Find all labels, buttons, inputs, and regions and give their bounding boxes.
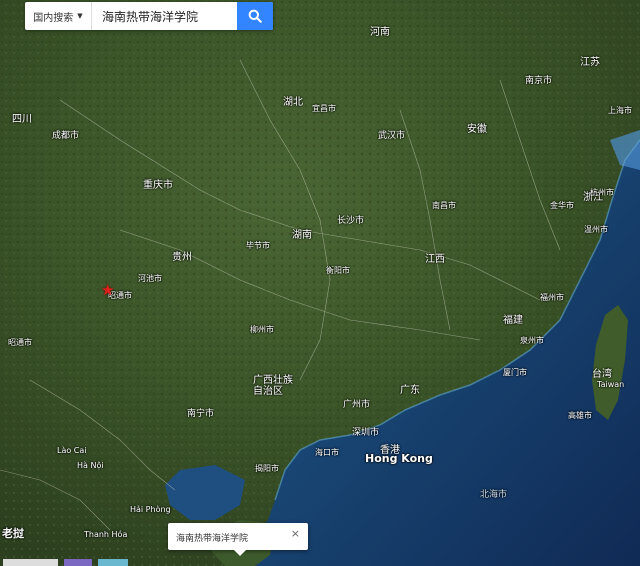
map-label: 高雄市 — [568, 411, 592, 420]
search-input[interactable] — [92, 2, 237, 30]
map-label: 贵州 — [172, 252, 192, 263]
map-type-switcher — [0, 559, 130, 566]
map-label: 上海市 — [608, 106, 632, 115]
map-label: 江西 — [425, 254, 445, 265]
search-icon — [248, 9, 262, 23]
search-button[interactable] — [237, 2, 273, 30]
map-label: 杭州市 — [590, 188, 614, 197]
map-label: 成都市 — [52, 131, 80, 141]
map-label: 揭阳市 — [255, 464, 279, 473]
map-label: 河南 — [370, 27, 390, 38]
search-bar: 国内搜索 ▼ — [25, 2, 273, 30]
map-label: Hong Kong — [365, 452, 433, 465]
map-label: 南京市 — [525, 76, 553, 86]
chevron-down-icon: ▼ — [77, 12, 83, 20]
popup-pointer — [234, 550, 246, 556]
map-label: 南昌市 — [432, 201, 456, 210]
map-type-thumb-satellite[interactable] — [64, 559, 92, 566]
map-type-thumb-normal[interactable] — [3, 559, 58, 566]
map-label: 广西壮族自治区 — [253, 375, 293, 397]
map-label: 北海市 — [480, 490, 508, 500]
map-label: 安徽 — [467, 124, 487, 135]
map-label: 广州市 — [343, 400, 371, 410]
map-label: 金华市 — [550, 201, 574, 210]
map-label: 宜昌市 — [312, 104, 336, 113]
map-label: 台湾 — [592, 369, 612, 380]
map-label: 衡阳市 — [326, 266, 350, 275]
map-label: 湖南 — [292, 230, 312, 241]
map-label: Hải Phòng — [130, 505, 171, 514]
map-type-thumb-3d[interactable] — [98, 559, 128, 566]
map-label: 厦门市 — [503, 368, 527, 377]
popup-title: 海南热带海洋学院 — [176, 534, 249, 544]
map-label: 河池市 — [138, 274, 162, 283]
map-label: 湖北 — [283, 97, 303, 108]
map-label: 福州市 — [540, 293, 564, 302]
map-label: Lào Cai — [57, 446, 87, 455]
map-label: 深圳市 — [352, 428, 380, 438]
map-label: 武汉市 — [378, 131, 406, 141]
info-popup: 海南热带海洋学院 × — [168, 523, 308, 556]
map-label: 老挝 — [2, 527, 24, 540]
map-label: Thanh Hóa — [84, 530, 128, 539]
map-label: 福建 — [503, 315, 523, 326]
map-label: 柳州市 — [250, 325, 274, 334]
map-label: 昭通市 — [8, 338, 32, 347]
search-scope-label: 国内搜索 — [33, 12, 74, 24]
map-label: 江苏 — [580, 57, 600, 68]
map-label: 重庆市 — [143, 180, 173, 191]
map-label: 毕节市 — [246, 241, 270, 250]
star-marker-icon[interactable]: ★ — [101, 281, 114, 299]
close-icon[interactable]: × — [291, 527, 300, 540]
map-label: 广东 — [400, 385, 420, 396]
map-label: Taiwan — [597, 380, 625, 389]
map-label: 泉州市 — [520, 336, 544, 345]
map-label: 温州市 — [584, 225, 608, 234]
map-label: 海口市 — [315, 448, 339, 457]
search-scope-dropdown[interactable]: 国内搜索 ▼ — [25, 2, 92, 30]
map-label: Hà Nội — [77, 461, 104, 470]
map-label: 四川 — [12, 114, 32, 125]
map-label: 南宁市 — [187, 409, 215, 419]
map-label: 长沙市 — [337, 216, 365, 226]
